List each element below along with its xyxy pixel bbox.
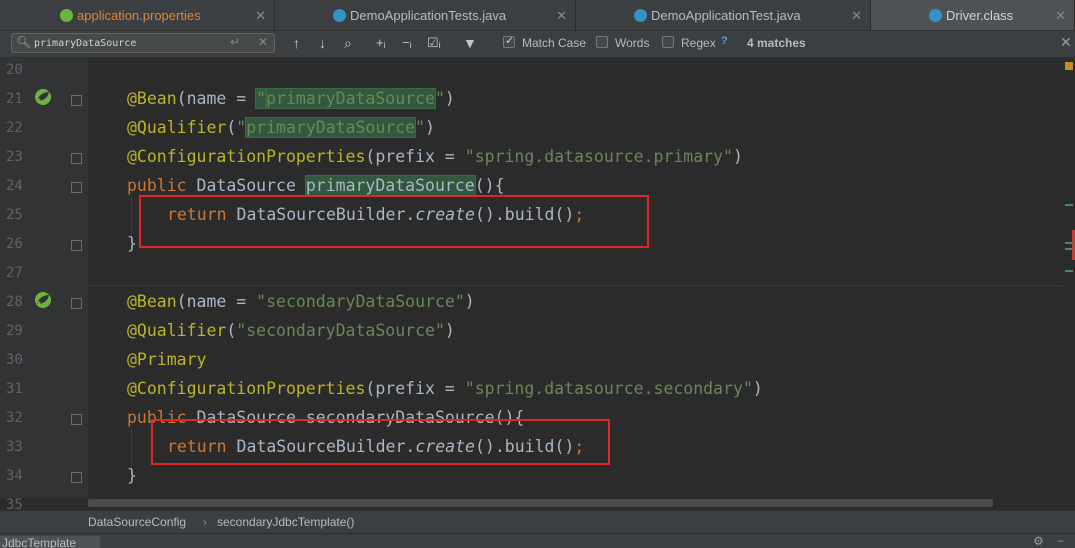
clear-icon[interactable]: ✕ [258,35,268,49]
line-number: 30 [6,352,23,368]
breadcrumb-class[interactable]: DataSourceConfig [88,515,186,529]
match-count: 4 matches [747,36,806,50]
remove-occurrence-icon[interactable]: −ᵢ [402,35,412,51]
line-number: 27 [6,265,23,281]
line-number: 31 [6,381,23,397]
warning-marker[interactable] [1065,62,1073,70]
search-input[interactable] [34,35,234,51]
match-marker[interactable] [1065,204,1073,206]
line-number: 29 [6,323,23,339]
line-number: 25 [6,207,23,223]
line-number: 24 [6,178,23,194]
previous-occurrence-icon[interactable]: ↑ [293,35,300,51]
code-line-34: } [127,466,137,485]
fold-marker-icon[interactable] [71,472,82,483]
close-icon[interactable]: ✕ [255,8,266,24]
find-all-icon[interactable]: ⌕ [344,35,352,51]
fold-marker-icon[interactable] [71,298,82,309]
code-line-26: } [127,234,137,253]
line-number: 22 [6,120,23,136]
line-number: 33 [6,439,23,455]
filter-icon[interactable]: ▼ [463,35,477,51]
close-find-icon[interactable]: ✕ [1060,34,1072,51]
line-number: 28 [6,294,23,310]
red-highlight-box [139,195,649,248]
fold-marker-icon[interactable] [71,240,82,251]
line-gutter: 20 21 22 23 24 25 26 27 28 29 30 31 32 3… [0,58,88,513]
tab-driver-class[interactable]: Driver.class ✕ [871,0,1075,30]
editor-tab-bar: application.properties ✕ DemoApplication… [0,0,1075,31]
code-line-21: @Bean(name = "primaryDataSource") [127,88,455,109]
search-box[interactable]: 🔍︎ ↵ ✕ [11,33,275,53]
search-match: primaryDataSource [265,88,436,109]
add-occurrence-icon[interactable]: +ᵢ [376,35,386,51]
code-line-22: @Qualifier("primaryDataSource") [127,117,435,138]
line-number: 32 [6,410,23,426]
match-case-label[interactable]: Match Case [522,36,586,50]
code-line-28: @Bean(name = "secondaryDataSource") [127,292,475,311]
fold-marker-icon[interactable] [71,95,82,106]
match-marker[interactable] [1065,270,1073,272]
fold-marker-icon[interactable] [71,414,82,425]
close-icon[interactable]: ✕ [556,8,567,24]
code-line-29: @Qualifier("secondaryDataSource") [127,321,455,340]
breadcrumb-separator: › [203,515,207,529]
gear-icon[interactable]: ⚙ [1033,534,1044,548]
regex-help-icon[interactable]: ? [721,35,728,47]
tab-label: DemoApplicationTests.java [350,7,507,23]
red-highlight-box [151,419,610,465]
line-number: 21 [6,91,23,107]
search-icon[interactable]: 🔍︎ [16,35,31,49]
fold-marker-icon[interactable] [71,182,82,193]
regex-checkbox[interactable] [662,36,674,48]
tab-label: application.properties [77,7,201,23]
spring-leaf-icon [60,8,73,22]
words-checkbox[interactable] [596,36,608,48]
fold-marker-icon[interactable] [71,153,82,164]
line-number: 26 [6,236,23,252]
match-marker[interactable] [1065,248,1073,250]
error-stripe [1063,58,1075,498]
breadcrumb: DataSourceConfig › secondaryJdbcTemplate… [0,510,1075,534]
class-c-icon [634,8,647,22]
search-match: primaryDataSource [304,175,476,196]
new-line-icon[interactable]: ↵ [230,35,240,49]
match-marker[interactable] [1065,242,1073,244]
bottom-tab[interactable]: JdbcTemplate [0,536,100,548]
tab-label: DemoApplicationTest.java [651,7,801,23]
line-number: 23 [6,149,23,165]
tab-demo-application-tests[interactable]: DemoApplicationTests.java ✕ [275,0,576,30]
code-line-23: @ConfigurationProperties(prefix = "sprin… [127,147,743,166]
line-number: 34 [6,468,23,484]
code-line-24: public DataSource primaryDataSource(){ [127,175,505,196]
tab-demo-application-test[interactable]: DemoApplicationTest.java ✕ [576,0,871,30]
bottom-tool-bar: JdbcTemplate ⚙ − [0,533,1075,548]
tab-label: Driver.class [946,7,1014,23]
select-all-occurrences-icon[interactable]: ☑ᵢ [427,35,441,51]
match-case-checkbox[interactable] [503,34,515,48]
close-icon[interactable]: ✕ [1055,8,1066,24]
words-label[interactable]: Words [615,36,649,50]
next-occurrence-icon[interactable]: ↓ [319,35,326,51]
horizontal-scrollbar[interactable] [88,499,993,507]
spring-bean-icon[interactable] [33,291,53,309]
class-c-icon [929,8,942,22]
code-line-31: @ConfigurationProperties(prefix = "sprin… [127,379,763,398]
code-line-30: @Primary [127,350,207,369]
line-number: 20 [6,62,23,78]
regex-label[interactable]: Regex [681,36,716,50]
close-icon[interactable]: ✕ [851,8,862,24]
code-editor[interactable]: 20 21 22 23 24 25 26 27 28 29 30 31 32 3… [0,58,1075,513]
class-c-icon [333,8,346,22]
method-separator [88,285,1063,286]
search-match: primaryDataSource [245,117,417,138]
spring-bean-icon[interactable] [33,88,53,106]
breadcrumb-method[interactable]: secondaryJdbcTemplate() [217,515,354,529]
tab-application-properties[interactable]: application.properties ✕ [0,0,275,30]
minimize-icon[interactable]: − [1057,534,1064,548]
find-bar: 🔍︎ ↵ ✕ ↑ ↓ ⌕ +ᵢ −ᵢ ☑ᵢ ▼ Match Case Words… [0,31,1075,58]
